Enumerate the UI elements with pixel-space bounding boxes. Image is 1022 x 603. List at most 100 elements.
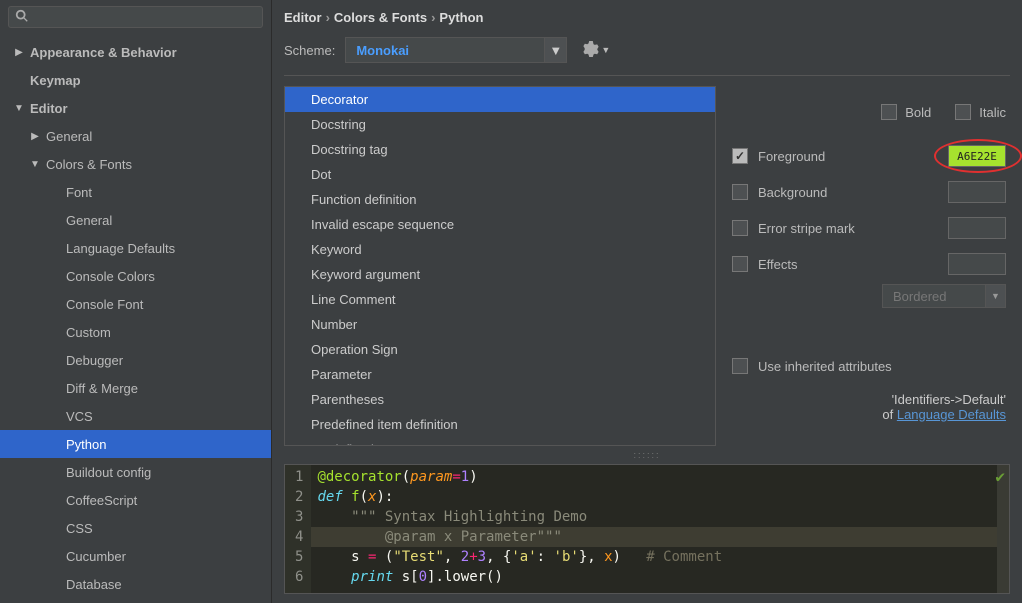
tree-item-label: Database [66, 577, 122, 592]
line-number: 6 [295, 567, 303, 587]
effects-swatch[interactable] [948, 253, 1006, 275]
attribute-item[interactable]: Keyword [285, 237, 715, 262]
tree-item-label: Custom [66, 325, 111, 340]
settings-tree[interactable]: ▶ Appearance & Behavior Keymap ▼ Editor ▶ Gene… [0, 34, 271, 603]
tree-item[interactable]: VCS [0, 402, 271, 430]
tree-item-label: Appearance & Behavior [30, 45, 177, 60]
code: @decorator(param=1) def f(x): """ Syntax… [311, 465, 997, 593]
inspection-ok-icon[interactable]: ✔ [995, 467, 1005, 486]
chevron-right-icon: ▶ [28, 131, 42, 142]
line-number: 5 [295, 547, 303, 567]
line-number: 2 [295, 487, 303, 507]
background-label: Background [758, 185, 827, 200]
error-stripe-checkbox[interactable] [732, 220, 748, 236]
search-input-wrap[interactable] [8, 6, 263, 28]
tree-item[interactable]: Database [0, 570, 271, 598]
tree-item[interactable]: ▶ Appearance & Behavior [0, 38, 271, 66]
line-number: 1 [295, 467, 303, 487]
chevron-down-icon[interactable]: ▼ [545, 37, 567, 63]
effects-checkbox[interactable] [732, 256, 748, 272]
splitter-handle[interactable]: :::::: [272, 450, 1022, 460]
italic-checkbox[interactable]: Italic [955, 94, 1006, 130]
scheme-label: Scheme: [284, 43, 335, 58]
attribute-item[interactable]: Docstring [285, 112, 715, 137]
tree-item[interactable]: Keymap [0, 66, 271, 94]
tree-item-label: Debugger [66, 353, 123, 368]
attribute-item[interactable]: Number [285, 312, 715, 337]
tree-item[interactable]: Font [0, 178, 271, 206]
line-number: 3 [295, 507, 303, 527]
tree-item-label: Editor [30, 101, 68, 116]
inherited-label: Use inherited attributes [758, 359, 892, 374]
background-swatch[interactable] [948, 181, 1006, 203]
attribute-style-panel: Bold Italic Foreground A6E22E Backgrou [728, 86, 1010, 446]
inherit-info: 'Identifiers->Default' of Language Defau… [732, 392, 1006, 422]
tree-item[interactable]: Custom [0, 318, 271, 346]
scheme-settings-button[interactable]: ▼ [583, 41, 610, 60]
search-icon [15, 9, 29, 26]
main-panel: Editor›Colors & Fonts›Python Scheme: Mon… [272, 0, 1022, 603]
attribute-item[interactable]: Invalid escape sequence [285, 212, 715, 237]
chevron-down-icon: ▼ [28, 159, 42, 170]
tree-item[interactable]: Diff & Merge [0, 374, 271, 402]
tree-item-label: VCS [66, 409, 93, 424]
attribute-item[interactable]: Dot [285, 162, 715, 187]
tree-item[interactable]: ▼ Editor [0, 94, 271, 122]
attribute-item[interactable]: Parameter [285, 362, 715, 387]
tree-item-label: Font [66, 185, 92, 200]
tree-item[interactable]: Buildout config [0, 458, 271, 486]
attribute-item[interactable]: Function definition [285, 187, 715, 212]
attribute-item[interactable]: Predefined name [285, 437, 715, 446]
chevron-down-icon[interactable]: ▼ [986, 284, 1006, 308]
tree-item-label: Keymap [30, 73, 81, 88]
tree-item[interactable]: CSS [0, 514, 271, 542]
foreground-swatch[interactable]: A6E22E [948, 145, 1006, 167]
tree-item[interactable]: CoffeeScript [0, 486, 271, 514]
language-defaults-link[interactable]: Language Defaults [897, 407, 1006, 422]
bold-checkbox[interactable]: Bold [881, 94, 931, 130]
effects-type-select[interactable]: Bordered [882, 284, 986, 308]
tree-item-label: Console Colors [66, 269, 155, 284]
tree-item-label: Buildout config [66, 465, 151, 480]
tree-item[interactable]: ▶ General [0, 122, 271, 150]
foreground-checkbox[interactable] [732, 148, 748, 164]
tree-item-label: Language Defaults [66, 241, 175, 256]
attribute-item[interactable]: Line Comment [285, 287, 715, 312]
tree-item-label: Cucumber [66, 549, 126, 564]
tree-item[interactable]: Language Defaults [0, 234, 271, 262]
tree-item[interactable]: Cucumber [0, 542, 271, 570]
scheme-select[interactable]: Monokai ▼ [345, 37, 567, 63]
attribute-item[interactable]: Operation Sign [285, 337, 715, 362]
tree-item[interactable]: General [0, 206, 271, 234]
tree-item-label: Console Font [66, 297, 143, 312]
foreground-label: Foreground [758, 149, 825, 164]
error-stripe-label: Error stripe mark [758, 221, 855, 236]
tree-item-label: Colors & Fonts [46, 157, 132, 172]
search-input[interactable] [33, 10, 256, 24]
inherited-checkbox[interactable] [732, 358, 748, 374]
tree-item-label: General [66, 213, 112, 228]
tree-item[interactable]: ▼ Colors & Fonts [0, 150, 271, 178]
chevron-right-icon: ▶ [12, 47, 26, 58]
attribute-list[interactable]: DecoratorDocstringDocstring tagDotFuncti… [284, 86, 716, 446]
tree-item[interactable]: Console Font [0, 290, 271, 318]
background-checkbox[interactable] [732, 184, 748, 200]
tree-item[interactable]: Debugger [0, 346, 271, 374]
chevron-down-icon: ▼ [12, 103, 26, 114]
attribute-item[interactable]: Decorator [285, 87, 715, 112]
settings-sidebar: ▶ Appearance & Behavior Keymap ▼ Editor ▶ Gene… [0, 0, 272, 603]
attribute-item[interactable]: Keyword argument [285, 262, 715, 287]
gutter: 123456 [285, 465, 311, 593]
attribute-item[interactable]: Predefined item definition [285, 412, 715, 437]
error-stripe-swatch[interactable] [948, 217, 1006, 239]
attribute-item[interactable]: Docstring tag [285, 137, 715, 162]
breadcrumb: Editor›Colors & Fonts›Python [272, 0, 1022, 29]
effects-label: Effects [758, 257, 798, 272]
attribute-item[interactable]: Parentheses [285, 387, 715, 412]
tree-item-label: Python [66, 437, 106, 452]
editor-preview: 123456 @decorator(param=1) def f(x): """… [284, 464, 1010, 594]
gear-icon [583, 41, 599, 60]
tree-item-label: General [46, 129, 92, 144]
tree-item[interactable]: Console Colors [0, 262, 271, 290]
tree-item[interactable]: Python [0, 430, 271, 458]
